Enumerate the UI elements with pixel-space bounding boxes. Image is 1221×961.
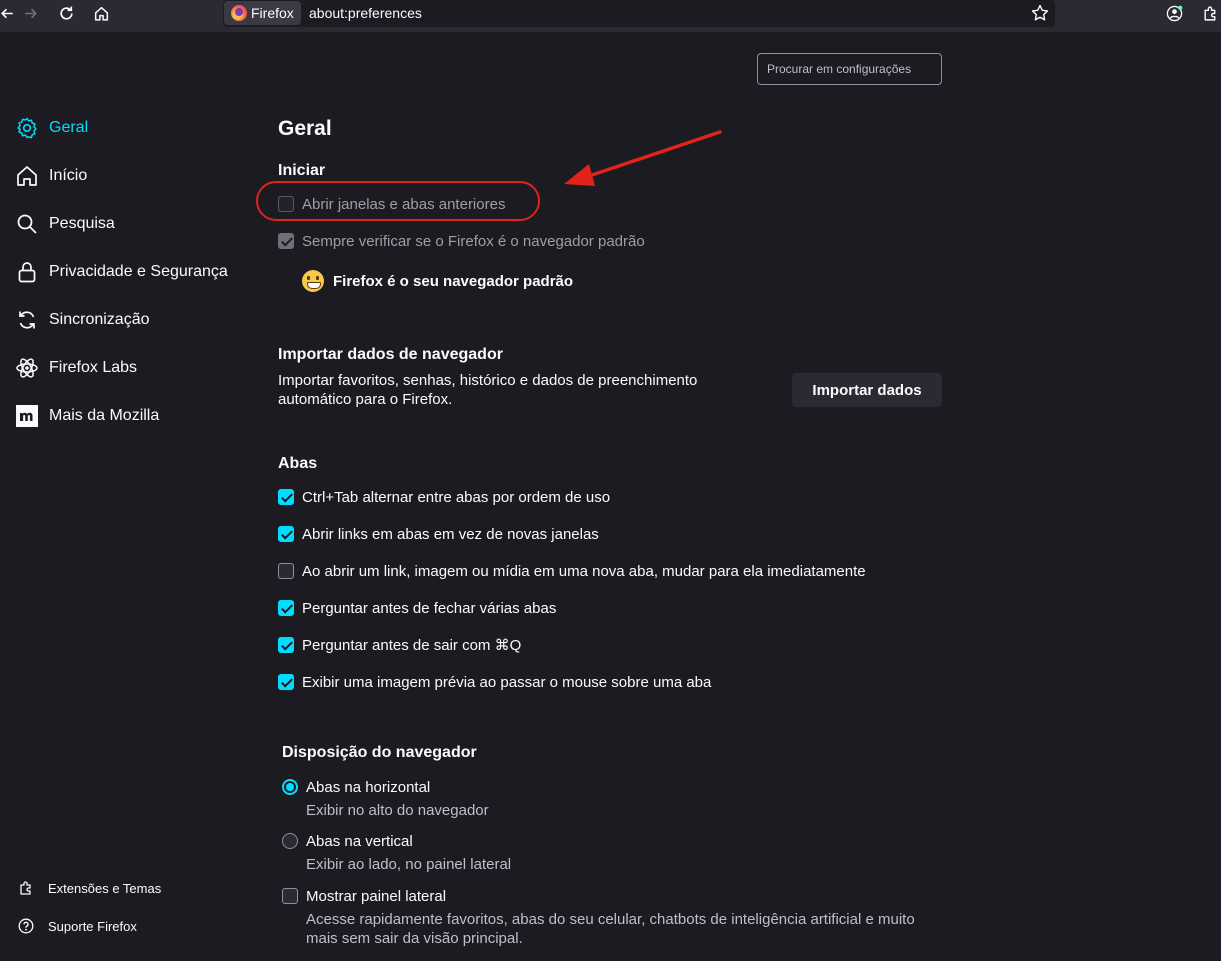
identity-label: Firefox: [251, 5, 294, 21]
show-sidebar-description-line-2: mais sem sair da visão principal.: [306, 930, 523, 947]
tabs-option-row[interactable]: Ao abrir um link, imagem ou mídia em uma…: [278, 561, 866, 581]
horizontal-tabs-radio[interactable]: [282, 779, 298, 795]
sidebar-item-label: Pesquisa: [49, 215, 115, 232]
vertical-tabs-radio[interactable]: [282, 833, 298, 849]
forward-arrow-icon: [24, 8, 37, 18]
account-button[interactable]: [1161, 3, 1187, 23]
sidebar-item-label: Firefox Labs: [49, 359, 138, 376]
sidebar-item-label: Início: [49, 167, 88, 184]
forward-button[interactable]: [17, 3, 43, 23]
sidebar-link-label: Extensões e Temas: [48, 880, 162, 896]
url-text[interactable]: about:preferences: [309, 5, 422, 21]
annotation-arrow: [564, 130, 722, 186]
vertical-tabs-description: Exibir ao lado, no painel lateral: [306, 856, 512, 873]
show-sidebar-description-line-1: Acesse rapidamente favoritos, abas do se…: [306, 911, 915, 928]
sidebar-item-label: Sincronização: [49, 311, 150, 328]
reload-icon: [59, 6, 73, 20]
open-links-in-tabs-checkbox[interactable]: [278, 526, 294, 542]
tabs-option-label: Abrir links em abas em vez de novas jane…: [302, 525, 599, 543]
sidebar-item-privacidade[interactable]: Privacidade e Segurança: [15, 258, 228, 286]
back-arrow-icon: [0, 8, 13, 18]
search-input[interactable]: [757, 53, 942, 85]
sidebar-item-geral[interactable]: Geral: [15, 114, 88, 142]
tab-preview-checkbox[interactable]: [278, 674, 294, 690]
switch-to-new-tab-checkbox[interactable]: [278, 563, 294, 579]
sidebar-item-inicio[interactable]: Início: [15, 162, 87, 190]
warn-quit-checkbox[interactable]: [278, 637, 294, 653]
firefox-logo-icon: [231, 5, 247, 21]
help-icon: [18, 918, 34, 934]
tabs-option-row[interactable]: Exibir uma imagem prévia ao passar o mou…: [278, 672, 711, 692]
sidebar-item-pesquisa[interactable]: Pesquisa: [15, 210, 115, 238]
check-default-label: Sempre verificar se o Firefox é o navega…: [302, 232, 645, 250]
horizontal-tabs-label: Abas na horizontal: [306, 778, 431, 796]
home-button[interactable]: [88, 3, 114, 23]
import-data-button[interactable]: Importar dados: [792, 373, 942, 407]
sidebar-item-label: Geral: [49, 119, 89, 136]
extensions-button[interactable]: [1197, 3, 1221, 23]
show-sidebar-checkbox-row[interactable]: Mostrar painel lateral: [282, 886, 446, 906]
horizontal-tabs-description: Exibir no alto do navegador: [306, 802, 489, 819]
url-bar[interactable]: Firefox about:preferences: [223, 0, 1055, 27]
sidebar-item-firefox-labs[interactable]: Firefox Labs: [15, 354, 137, 382]
default-browser-status-text: Firefox é o seu navegador padrão: [333, 272, 574, 290]
import-heading: Importar dados de navegador: [278, 346, 503, 363]
default-browser-status: Firefox é o seu navegador padrão: [302, 270, 573, 292]
bookmark-star-icon[interactable]: [1030, 3, 1050, 23]
annotation-highlight-oval: [256, 181, 540, 221]
startup-heading: Iniciar: [278, 162, 326, 179]
gear-icon: [17, 117, 37, 139]
sidebar-item-label: Privacidade e Segurança: [49, 263, 228, 280]
page-title: Geral: [278, 117, 332, 140]
sidebar-link-suporte[interactable]: Suporte Firefox: [18, 915, 137, 937]
tabs-option-label: Exibir uma imagem prévia ao passar o mou…: [302, 673, 712, 691]
tabs-option-row[interactable]: Perguntar antes de sair com ⌘Q: [278, 635, 521, 655]
tabs-option-label: Perguntar antes de sair com ⌘Q: [302, 637, 522, 654]
lock-icon: [18, 262, 36, 283]
home-icon: [94, 6, 108, 21]
atom-icon: [16, 358, 38, 378]
puzzle-icon: [20, 881, 31, 895]
navigation-toolbar: Firefox about:preferences: [0, 0, 1221, 32]
import-description-line-2: automático para o Firefox.: [278, 391, 453, 408]
vertical-tabs-radio-row[interactable]: Abas na vertical: [282, 831, 413, 851]
identity-box[interactable]: Firefox: [224, 1, 301, 25]
show-sidebar-checkbox[interactable]: [282, 888, 298, 904]
sidebar-link-extensoes-temas[interactable]: Extensões e Temas: [18, 877, 161, 899]
sidebar-link-label: Suporte Firefox: [48, 918, 137, 934]
horizontal-tabs-radio-row[interactable]: Abas na horizontal: [282, 777, 430, 797]
tabs-option-label: Perguntar antes de fechar várias abas: [302, 599, 557, 617]
sync-icon: [19, 311, 35, 329]
vertical-tabs-label: Abas na vertical: [306, 832, 413, 850]
tabs-heading: Abas: [278, 455, 318, 472]
puzzle-icon: [1203, 6, 1215, 21]
check-default-checkbox-row[interactable]: Sempre verificar se o Firefox é o navega…: [278, 231, 645, 251]
tabs-option-row[interactable]: Ctrl+Tab alternar entre abas por ordem d…: [278, 487, 610, 507]
tabs-option-label: Ao abrir um link, imagem ou mídia em uma…: [302, 562, 866, 580]
check-default-checkbox[interactable]: [278, 233, 294, 249]
sidebar-item-sincronizacao[interactable]: Sincronização: [15, 306, 150, 334]
show-sidebar-label: Mostrar painel lateral: [306, 887, 447, 905]
tabs-option-row[interactable]: Abrir links em abas em vez de novas jane…: [278, 524, 599, 544]
ctrl-tab-checkbox[interactable]: [278, 489, 294, 505]
account-icon: [1166, 5, 1182, 21]
browser-layout-heading: Disposição do navegador: [282, 744, 477, 761]
search-icon: [17, 214, 37, 234]
reload-button[interactable]: [53, 3, 79, 23]
import-description-line-1: Importar favoritos, senhas, histórico e …: [278, 372, 698, 389]
tabs-option-row[interactable]: Perguntar antes de fechar várias abas: [278, 598, 556, 618]
warn-close-multiple-checkbox[interactable]: [278, 600, 294, 616]
sidebar-item-mais-mozilla[interactable]: Mais da Mozilla: [15, 402, 159, 430]
home-icon: [17, 166, 37, 186]
sidebar-item-label: Mais da Mozilla: [49, 407, 160, 424]
mozilla-m-icon: [16, 405, 38, 427]
grinning-face-icon: [302, 270, 324, 292]
tabs-option-label: Ctrl+Tab alternar entre abas por ordem d…: [302, 488, 611, 506]
